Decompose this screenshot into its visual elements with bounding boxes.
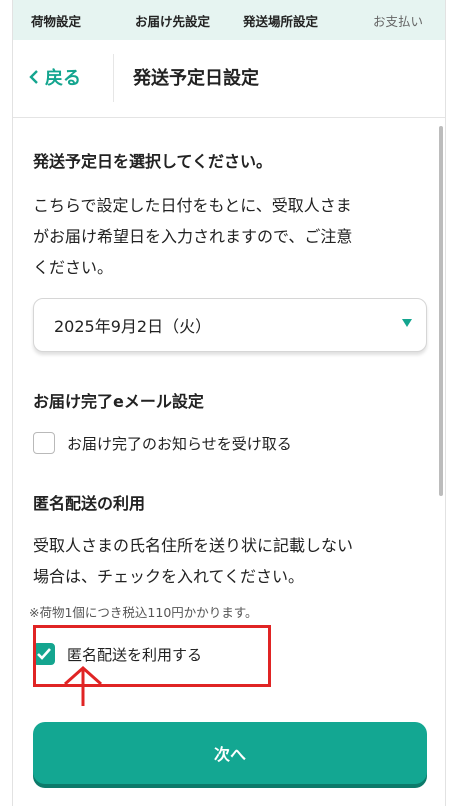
email-checkbox-row[interactable]: お届け完了のお知らせを受け取る <box>33 432 292 454</box>
description-line: 受取人さまの氏名住所を送り状に記載しない <box>33 536 354 555</box>
email-checkbox[interactable] <box>33 432 55 454</box>
app-frame: 荷物設定 お届け先設定 発送場所設定 お支払い 戻る 発送予定日設定 発送予定日… <box>12 0 446 806</box>
arrow-up-icon <box>64 665 102 706</box>
step-destination: お届け先設定 <box>135 13 211 29</box>
ship-date-heading: 発送予定日を選択してください。 <box>33 152 273 171</box>
ship-date-description: こちらで設定した日付をもとに、受取人さま がお届け希望日を入力されますので、ご注… <box>33 190 352 283</box>
page-title: 発送予定日設定 <box>133 68 259 89</box>
description-line: がお届け希望日を入力されますので、ご注意 <box>33 227 353 246</box>
description-line: こちらで設定した日付をもとに、受取人さま <box>33 196 352 215</box>
next-button[interactable]: 次へ <box>33 722 427 784</box>
back-label: 戻る <box>45 68 81 89</box>
fee-note: ※荷物1個につき税込110円かかります。 <box>29 605 258 620</box>
page-header: 戻る 発送予定日設定 <box>13 40 445 118</box>
description-line: 場合は、チェックを入れてください。 <box>33 567 305 586</box>
caret-down-icon <box>402 319 412 327</box>
back-button[interactable]: 戻る <box>29 64 81 90</box>
step-package: 荷物設定 <box>31 13 82 29</box>
header-divider <box>113 54 114 102</box>
step-shipping-place: 発送場所設定 <box>243 13 319 29</box>
ship-date-value: 2025年9月2日（火） <box>54 317 212 336</box>
progress-steps: 荷物設定 お届け先設定 発送場所設定 お支払い <box>13 0 445 40</box>
scrollbar[interactable] <box>439 126 443 496</box>
step-payment: お支払い <box>373 13 424 29</box>
anonymous-description: 受取人さまの氏名住所を送り状に記載しない 場合は、チェックを入れてください。 <box>33 530 353 592</box>
anonymous-heading: 匿名配送の利用 <box>33 494 146 513</box>
description-line: ください。 <box>33 258 114 277</box>
email-checkbox-label: お届け完了のお知らせを受け取る <box>67 434 292 453</box>
email-heading: お届け完了eメール設定 <box>33 392 204 411</box>
ship-date-select[interactable]: 2025年9月2日（火） <box>33 298 427 352</box>
chevron-left-icon <box>29 70 38 84</box>
